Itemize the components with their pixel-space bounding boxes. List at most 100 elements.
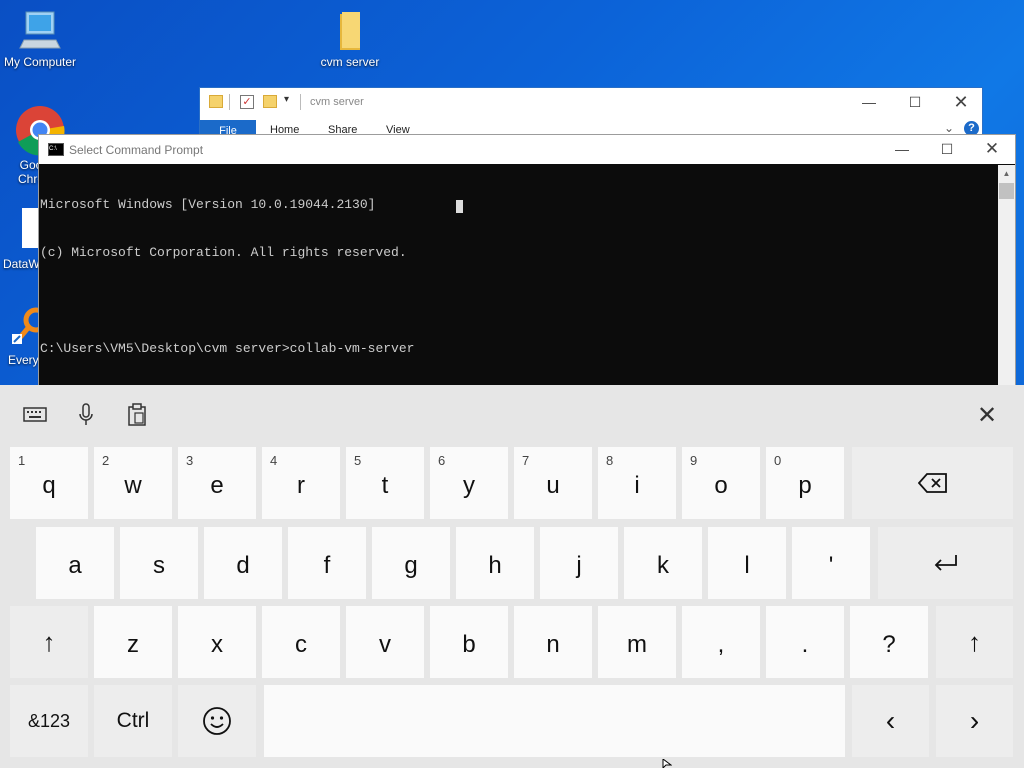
key-label: l: [744, 552, 750, 579]
close-button[interactable]: ✕: [969, 135, 1015, 163]
backspace-key[interactable]: [852, 447, 1013, 519]
key-u[interactable]: 7u: [514, 447, 592, 519]
minimize-button[interactable]: —: [879, 135, 925, 163]
new-folder-icon[interactable]: [263, 95, 277, 108]
key-label: a: [68, 552, 82, 579]
key-label: n: [546, 631, 560, 658]
desktop-icon-everything[interactable]: Every: [8, 304, 49, 367]
key-label: h: [488, 552, 502, 579]
close-button[interactable]: ✕: [938, 88, 984, 116]
desktop-icon-label: Every: [8, 353, 39, 367]
shift-right-key[interactable]: ↑: [936, 606, 1013, 678]
key-label: y: [463, 472, 475, 499]
chevron-down-icon[interactable]: ⌄: [944, 121, 954, 135]
key-question-mark[interactable]: ?: [850, 606, 928, 678]
vertical-scrollbar[interactable]: ▲: [998, 165, 1015, 387]
key-w[interactable]: 2w: [94, 447, 172, 519]
key-label: s: [153, 552, 165, 579]
keyboard-settings-icon[interactable]: [17, 397, 53, 433]
key-label: e: [210, 472, 224, 499]
desktop: { "desktop": { "icons": [ {"label": "My …: [0, 0, 1024, 768]
microphone-icon[interactable]: [68, 397, 104, 433]
maximize-button[interactable]: ☐: [892, 88, 938, 116]
key-label: f: [323, 552, 331, 579]
ctrl-key[interactable]: Ctrl: [94, 685, 172, 757]
numbers-symbols-key[interactable]: &123: [10, 685, 88, 757]
key-label: r: [297, 472, 305, 499]
key-label: p: [798, 472, 812, 499]
key-i[interactable]: 8i: [598, 447, 676, 519]
desktop-icon-label: DataW: [3, 257, 40, 271]
smiley-icon: [203, 707, 231, 735]
key-a[interactable]: a: [36, 527, 114, 599]
key-z[interactable]: z: [94, 606, 172, 678]
key-x[interactable]: x: [178, 606, 256, 678]
close-keyboard-icon[interactable]: ✕: [969, 397, 1005, 433]
key-g[interactable]: g: [372, 527, 450, 599]
desktop-icon-label: My Computer: [3, 55, 77, 69]
desktop-icon-cvm-server[interactable]: cvm server: [310, 8, 390, 69]
key-label: k: [657, 552, 669, 579]
key-j[interactable]: j: [540, 527, 618, 599]
clipboard-icon[interactable]: [119, 397, 155, 433]
shift-left-key[interactable]: ↑: [10, 606, 88, 678]
key-label: c: [295, 631, 307, 658]
key-b[interactable]: b: [430, 606, 508, 678]
desktop-icon-datawrapper[interactable]: DataW: [0, 208, 40, 271]
computer-icon: [19, 11, 61, 49]
key-label: b: [462, 631, 476, 658]
spacebar-key[interactable]: [264, 685, 845, 757]
key-label: o: [714, 472, 728, 499]
key-s[interactable]: s: [120, 527, 198, 599]
key-k[interactable]: k: [624, 527, 702, 599]
key-d[interactable]: d: [204, 527, 282, 599]
minimize-button[interactable]: —: [846, 88, 892, 116]
properties-icon[interactable]: ✓: [240, 95, 254, 109]
key-comma[interactable]: ,: [682, 606, 760, 678]
console-line: C:\Users\VM5\Desktop\cvm server>collab-v…: [40, 341, 415, 356]
key-q[interactable]: 1q: [10, 447, 88, 519]
right-arrow-key[interactable]: ›: [936, 685, 1013, 757]
key-n[interactable]: n: [514, 606, 592, 678]
key-number-label: 0: [774, 453, 782, 468]
key-number-label: 7: [522, 453, 530, 468]
key-h[interactable]: h: [456, 527, 534, 599]
emoji-key[interactable]: [178, 685, 256, 757]
key-t[interactable]: 5t: [346, 447, 424, 519]
key-m[interactable]: m: [598, 606, 676, 678]
folder-icon: [209, 95, 223, 108]
key-v[interactable]: v: [346, 606, 424, 678]
left-arrow-key[interactable]: ‹: [852, 685, 929, 757]
key-p[interactable]: 0p: [766, 447, 844, 519]
folder-icon: [340, 12, 360, 50]
key-label: j: [576, 552, 582, 579]
key-number-label: 5: [354, 453, 362, 468]
key-apostrophe[interactable]: ': [792, 527, 870, 599]
scroll-up-arrow-icon[interactable]: ▲: [998, 165, 1015, 182]
desktop-icon-my-computer[interactable]: My Computer: [0, 8, 80, 69]
key-number-label: 6: [438, 453, 446, 468]
backspace-icon: [917, 473, 947, 493]
key-e[interactable]: 3e: [178, 447, 256, 519]
key-number-label: 4: [270, 453, 278, 468]
cmd-title-bar[interactable]: C:\ Select Command Prompt — ☐ ✕: [39, 135, 1015, 164]
maximize-button[interactable]: ☐: [924, 135, 970, 163]
scrollbar-thumb[interactable]: [999, 183, 1014, 199]
key-r[interactable]: 4r: [262, 447, 340, 519]
key-number-label: 1: [18, 453, 26, 468]
key-number-label: 8: [606, 453, 614, 468]
chevron-right-icon: ›: [969, 705, 980, 736]
quick-access-dropdown-icon[interactable]: ▾: [284, 94, 289, 105]
key-label: t: [381, 472, 389, 499]
key-o[interactable]: 9o: [682, 447, 760, 519]
key-c[interactable]: c: [262, 606, 340, 678]
key-l[interactable]: l: [708, 527, 786, 599]
console-output[interactable]: Microsoft Windows [Version 10.0.19044.21…: [40, 165, 998, 387]
key-y[interactable]: 6y: [430, 447, 508, 519]
key-f[interactable]: f: [288, 527, 366, 599]
command-prompt-window: C:\ Select Command Prompt — ☐ ✕ Microsof…: [38, 134, 1016, 387]
key-period[interactable]: .: [766, 606, 844, 678]
chevron-left-icon: ‹: [885, 705, 896, 736]
enter-key[interactable]: [878, 527, 1013, 599]
